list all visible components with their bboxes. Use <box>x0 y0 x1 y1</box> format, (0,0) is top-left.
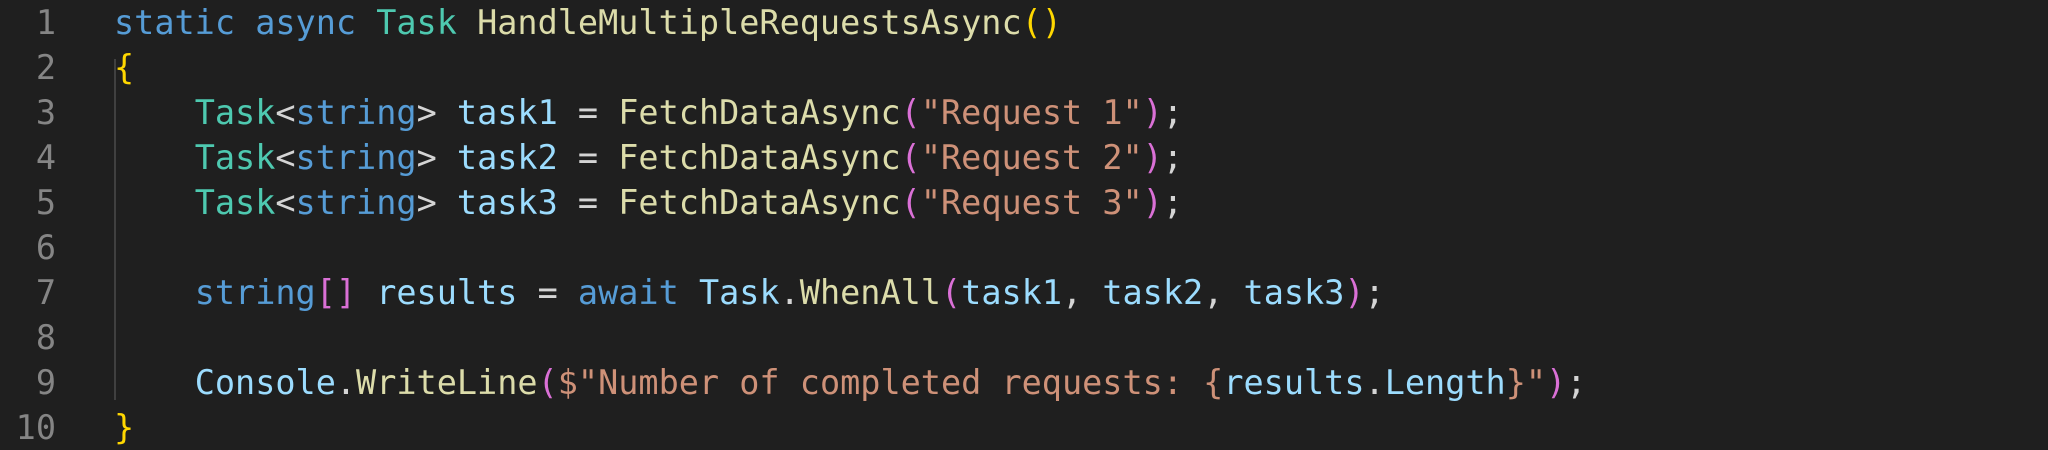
code-token: Task <box>194 183 276 222</box>
code-editor[interactable]: 1 2 3 4 5 6 7 8 9 10 static async Task HandleMult… <box>0 0 2048 447</box>
code-token: results <box>1223 363 1365 402</box>
code-line[interactable]: Task<string> task3 = FetchDataAsync("Req… <box>114 180 1183 225</box>
code-token: } <box>114 408 135 447</box>
code-token: } <box>1505 363 1526 402</box>
code-token: ( <box>537 363 558 402</box>
code-token: HandleMultipleRequestsAsync <box>477 3 1022 42</box>
code-token: < <box>275 93 296 132</box>
code-token: , <box>1062 273 1103 312</box>
code-token: ; <box>1364 273 1385 312</box>
code-line[interactable]: string[] results = await Task.WhenAll(ta… <box>114 270 1385 315</box>
code-token: task3 <box>456 183 558 222</box>
code-line[interactable]: static async Task HandleMultipleRequests… <box>114 0 1062 45</box>
code-token: ( <box>900 93 921 132</box>
code-token: string <box>194 273 316 312</box>
code-token: ; <box>1162 138 1184 177</box>
code-token: Console <box>194 363 336 402</box>
code-token: { <box>1203 363 1224 402</box>
code-token: ; <box>1162 183 1184 222</box>
code-token: FetchDataAsync <box>618 183 901 222</box>
code-token: > <box>416 138 457 177</box>
code-token: Task <box>194 138 276 177</box>
code-token: () <box>1021 3 1062 42</box>
code-token: Length <box>1384 363 1506 402</box>
code-token: ( <box>900 138 921 177</box>
code-token: task1 <box>961 273 1062 312</box>
code-token: Task <box>194 93 276 132</box>
code-token: ; <box>1162 93 1184 132</box>
code-line[interactable]: { <box>114 45 134 90</box>
code-token: task1 <box>456 93 558 132</box>
code-token: "Request 2" <box>920 138 1143 177</box>
code-area[interactable]: static async Task HandleMultipleRequests… <box>0 0 2048 447</box>
code-token: . <box>1364 363 1385 402</box>
code-line[interactable]: Task<string> task2 = FetchDataAsync("Req… <box>114 135 1183 180</box>
code-token: Task <box>376 3 457 42</box>
code-token: > <box>416 93 457 132</box>
code-token: ) <box>1142 183 1163 222</box>
code-token: < <box>275 183 296 222</box>
code-token: . <box>779 273 800 312</box>
code-token: ) <box>1142 138 1163 177</box>
code-token: FetchDataAsync <box>618 138 901 177</box>
code-token: async <box>255 3 357 42</box>
code-token: ( <box>940 273 962 312</box>
code-token: string <box>295 183 417 222</box>
code-token: ) <box>1142 93 1163 132</box>
code-token: string <box>295 93 417 132</box>
code-token: static <box>114 3 236 42</box>
code-token: ) <box>1344 273 1365 312</box>
code-token: ) <box>1546 363 1567 402</box>
code-token: WriteLine <box>356 363 538 402</box>
code-token: string <box>295 138 417 177</box>
code-token: < <box>275 138 296 177</box>
code-token: results <box>376 273 518 312</box>
code-token: { <box>114 48 135 87</box>
code-token: ; <box>1566 363 1587 402</box>
code-token: > <box>416 183 457 222</box>
code-token: $"Number of completed requests: <box>557 363 1204 402</box>
code-token: , <box>1203 273 1244 312</box>
code-token: "Request 1" <box>920 93 1143 132</box>
code-token: task3 <box>1243 273 1345 312</box>
code-token: [] <box>315 273 357 312</box>
code-token: FetchDataAsync <box>618 93 901 132</box>
code-line[interactable]: Task<string> task1 = FetchDataAsync("Req… <box>114 90 1183 135</box>
code-token: = <box>557 183 619 222</box>
code-token: . <box>335 363 357 402</box>
code-token: task2 <box>1102 273 1204 312</box>
code-token: task2 <box>456 138 558 177</box>
code-token: " <box>1525 363 1547 402</box>
code-line[interactable]: Console.WriteLine($"Number of completed … <box>114 360 1587 405</box>
code-token: Task <box>698 273 780 312</box>
code-token: ( <box>900 183 921 222</box>
code-token: "Request 3" <box>920 183 1143 222</box>
code-token: = <box>557 93 619 132</box>
code-line[interactable]: } <box>114 405 134 450</box>
code-token: await <box>577 273 679 312</box>
code-token: = <box>517 273 578 312</box>
code-token: = <box>557 138 619 177</box>
code-token: WhenAll <box>799 273 941 312</box>
